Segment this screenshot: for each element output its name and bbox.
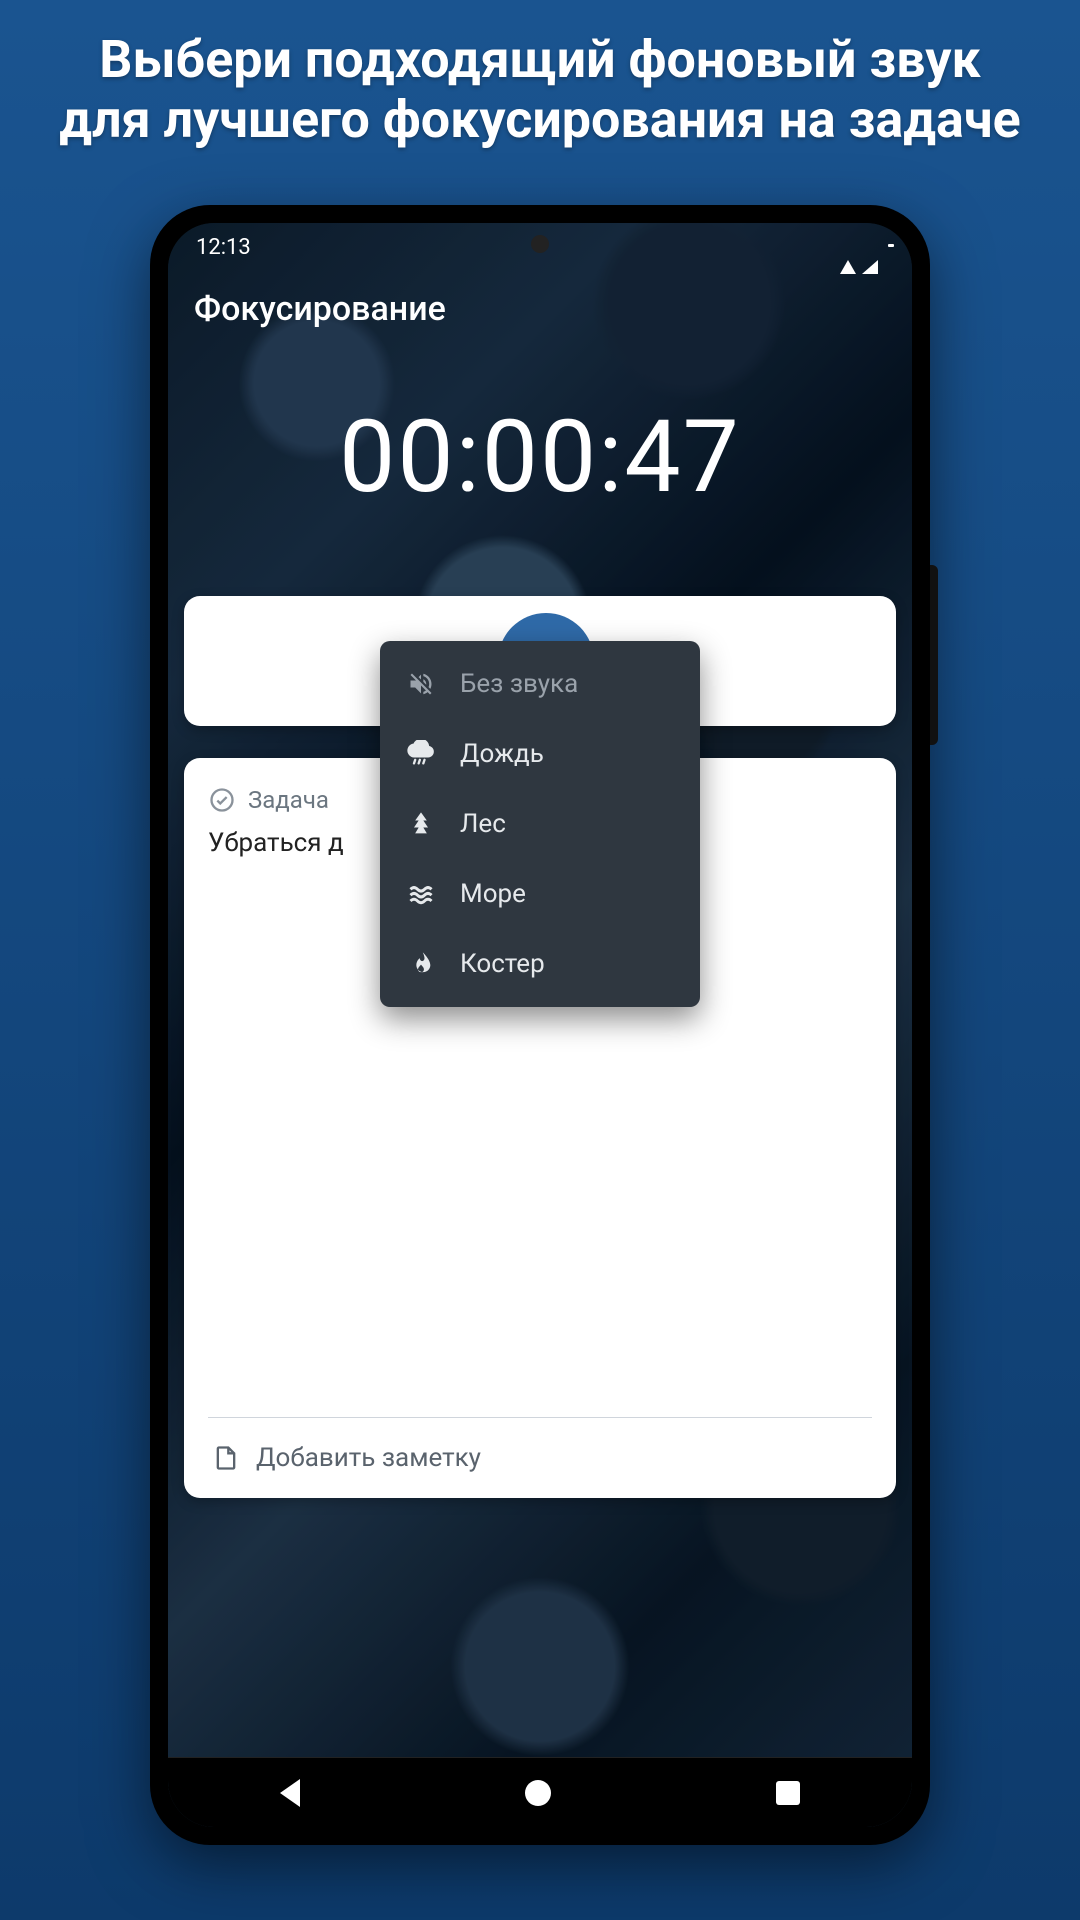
wifi-icon xyxy=(840,235,856,260)
status-time: 12:13 xyxy=(196,235,251,260)
home-icon xyxy=(525,1780,551,1806)
phone-frame: 12:13 Фокусирование 00:00:47 xyxy=(150,205,930,1845)
add-note-label: Добавить заметку xyxy=(256,1443,481,1473)
camera-notch xyxy=(531,235,549,253)
timer-display: 00:00:47 xyxy=(168,399,912,516)
page-title: Фокусирование xyxy=(168,271,912,329)
sound-option-rain[interactable]: Дождь xyxy=(380,719,700,789)
recent-icon xyxy=(776,1781,800,1805)
nav-back-button[interactable] xyxy=(280,1779,300,1807)
check-circle-icon xyxy=(208,786,236,814)
sound-option-fire[interactable]: Костер xyxy=(380,929,700,999)
rain-icon xyxy=(406,740,436,768)
sound-option-label: Лес xyxy=(460,809,506,839)
nav-recent-button[interactable] xyxy=(776,1781,800,1805)
task-section-label: Задача xyxy=(248,786,329,814)
nav-home-button[interactable] xyxy=(525,1780,551,1806)
sound-option-sea[interactable]: Море xyxy=(380,859,700,929)
note-icon xyxy=(212,1442,240,1474)
screen: 12:13 Фокусирование 00:00:47 xyxy=(168,223,912,1827)
sound-option-mute[interactable]: Без звука xyxy=(380,649,700,719)
sound-option-label: Без звука xyxy=(460,669,578,699)
sound-option-label: Костер xyxy=(460,949,545,979)
add-note-button[interactable]: Добавить заметку xyxy=(208,1418,872,1498)
android-navbar xyxy=(168,1757,912,1827)
waves-icon xyxy=(406,880,436,908)
fire-icon xyxy=(406,950,436,978)
tree-icon xyxy=(406,810,436,838)
promo-headline: Выбери подходящий фоновый звук для лучше… xyxy=(0,0,1080,150)
sound-menu: Без звука Дождь Лес Море xyxy=(380,641,700,1007)
sound-option-label: Море xyxy=(460,879,526,909)
signal-icon xyxy=(862,235,878,260)
sound-option-forest[interactable]: Лес xyxy=(380,789,700,859)
status-icons xyxy=(840,235,884,260)
volume-off-icon xyxy=(406,670,436,698)
back-icon xyxy=(280,1779,300,1807)
sound-option-label: Дождь xyxy=(460,739,544,769)
